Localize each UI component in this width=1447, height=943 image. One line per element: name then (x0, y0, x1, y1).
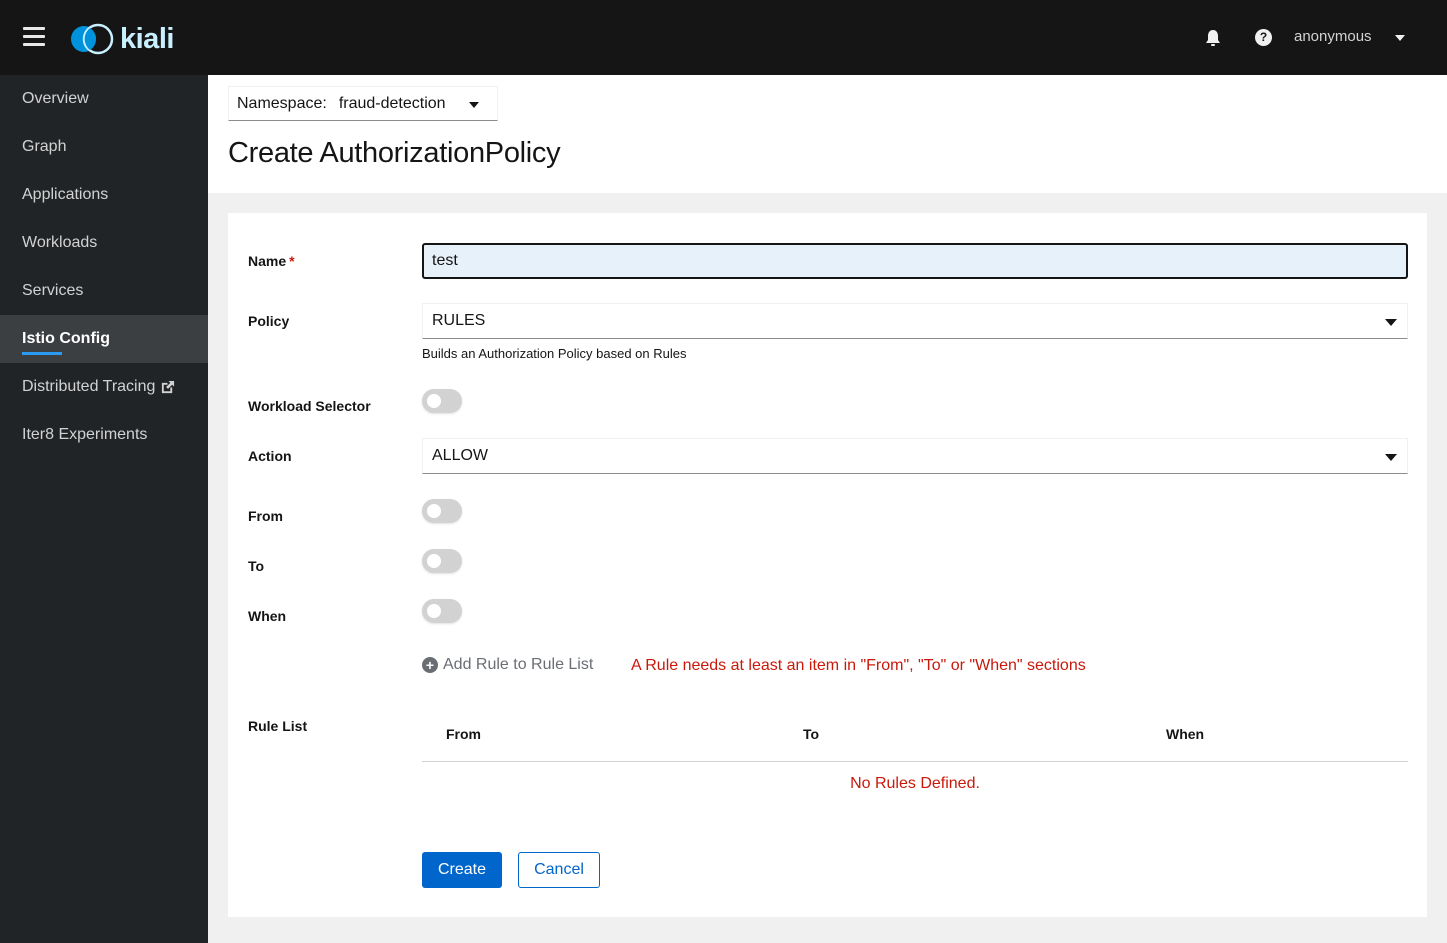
page-header: Namespace: fraud-detection Create Author… (208, 75, 1447, 193)
sidebar: Overview Graph Applications Workloads Se… (0, 75, 208, 943)
page-title: Create AuthorizationPolicy (228, 137, 561, 169)
external-link-icon (162, 380, 175, 393)
kiali-logo-icon (71, 23, 114, 55)
policy-helper-text: Builds an Authorization Policy based on … (422, 346, 687, 361)
to-label: To (248, 558, 265, 574)
rule-list-label: Rule List (248, 718, 308, 734)
table-divider (422, 761, 1408, 762)
hamburger-menu-icon[interactable] (23, 27, 45, 47)
notification-bell-icon[interactable] (1205, 29, 1221, 47)
action-value: ALLOW (432, 447, 489, 464)
workload-selector-toggle[interactable] (422, 389, 462, 413)
column-header-to: To (803, 726, 820, 742)
sidebar-item-label: Iter8 Experiments (22, 426, 148, 443)
kiali-logo[interactable]: kiali (70, 22, 174, 56)
column-header-from: From (446, 726, 481, 742)
help-icon[interactable]: ? (1255, 29, 1272, 46)
required-mark: * (289, 253, 295, 269)
caret-down-icon (1385, 454, 1397, 461)
namespace-value: fraud-detection (338, 94, 446, 112)
sidebar-item-graph[interactable]: Graph (0, 123, 208, 171)
sidebar-item-label: Graph (22, 138, 67, 155)
name-label: Name * (248, 253, 295, 269)
sidebar-item-label: Applications (22, 186, 109, 203)
name-label-text: Name (248, 253, 287, 269)
sidebar-item-overview[interactable]: Overview (0, 75, 208, 123)
sidebar-item-label: Workloads (22, 234, 98, 251)
sidebar-item-workloads[interactable]: Workloads (0, 219, 208, 267)
rule-error-message: A Rule needs at least an item in "From",… (631, 657, 1086, 674)
brand-name: kiali (120, 22, 174, 55)
sidebar-item-applications[interactable]: Applications (0, 171, 208, 219)
policy-value: RULES (432, 312, 486, 329)
sidebar-item-iter8-experiments[interactable]: Iter8 Experiments (0, 411, 208, 459)
workload-selector-label: Workload Selector (248, 398, 371, 414)
create-button[interactable]: Create (422, 852, 502, 888)
to-toggle[interactable] (422, 549, 462, 573)
policy-label: Policy (248, 313, 290, 329)
action-select[interactable]: ALLOW (422, 438, 1408, 474)
sidebar-item-label: Services (22, 282, 84, 299)
action-label: Action (248, 448, 292, 464)
from-toggle[interactable] (422, 499, 462, 523)
add-rule-button[interactable]: + Add Rule to Rule List (422, 656, 593, 674)
namespace-selector[interactable]: Namespace: fraud-detection (228, 86, 498, 121)
caret-down-icon (469, 102, 479, 108)
sidebar-item-label: Overview (22, 90, 89, 107)
sidebar-item-label: Istio Config (22, 330, 110, 347)
name-input[interactable] (422, 243, 1408, 279)
from-label: From (248, 508, 283, 524)
column-header-when: When (1166, 726, 1205, 742)
plus-circle-icon: + (422, 657, 438, 673)
user-menu-caret-icon[interactable] (1395, 35, 1405, 41)
add-rule-label: Add Rule to Rule List (443, 656, 594, 673)
when-label: When (248, 608, 287, 624)
cancel-button[interactable]: Cancel (518, 852, 600, 888)
namespace-label: Namespace: (237, 94, 327, 112)
when-toggle[interactable] (422, 599, 462, 623)
sidebar-item-label: Distributed Tracing (22, 378, 156, 395)
sidebar-item-istio-config[interactable]: Istio Config (0, 315, 208, 363)
sidebar-item-distributed-tracing[interactable]: Distributed Tracing (0, 363, 208, 411)
empty-rules-message: No Rules Defined. (850, 775, 980, 792)
authorization-policy-form: Name* Policy RULES Builds an Authorizati… (228, 213, 1427, 917)
masthead: kiali ? anonymous (0, 0, 1447, 75)
policy-select[interactable]: RULES (422, 303, 1408, 339)
sidebar-item-services[interactable]: Services (0, 267, 208, 315)
user-menu[interactable]: anonymous (1294, 28, 1372, 45)
caret-down-icon (1385, 319, 1397, 326)
